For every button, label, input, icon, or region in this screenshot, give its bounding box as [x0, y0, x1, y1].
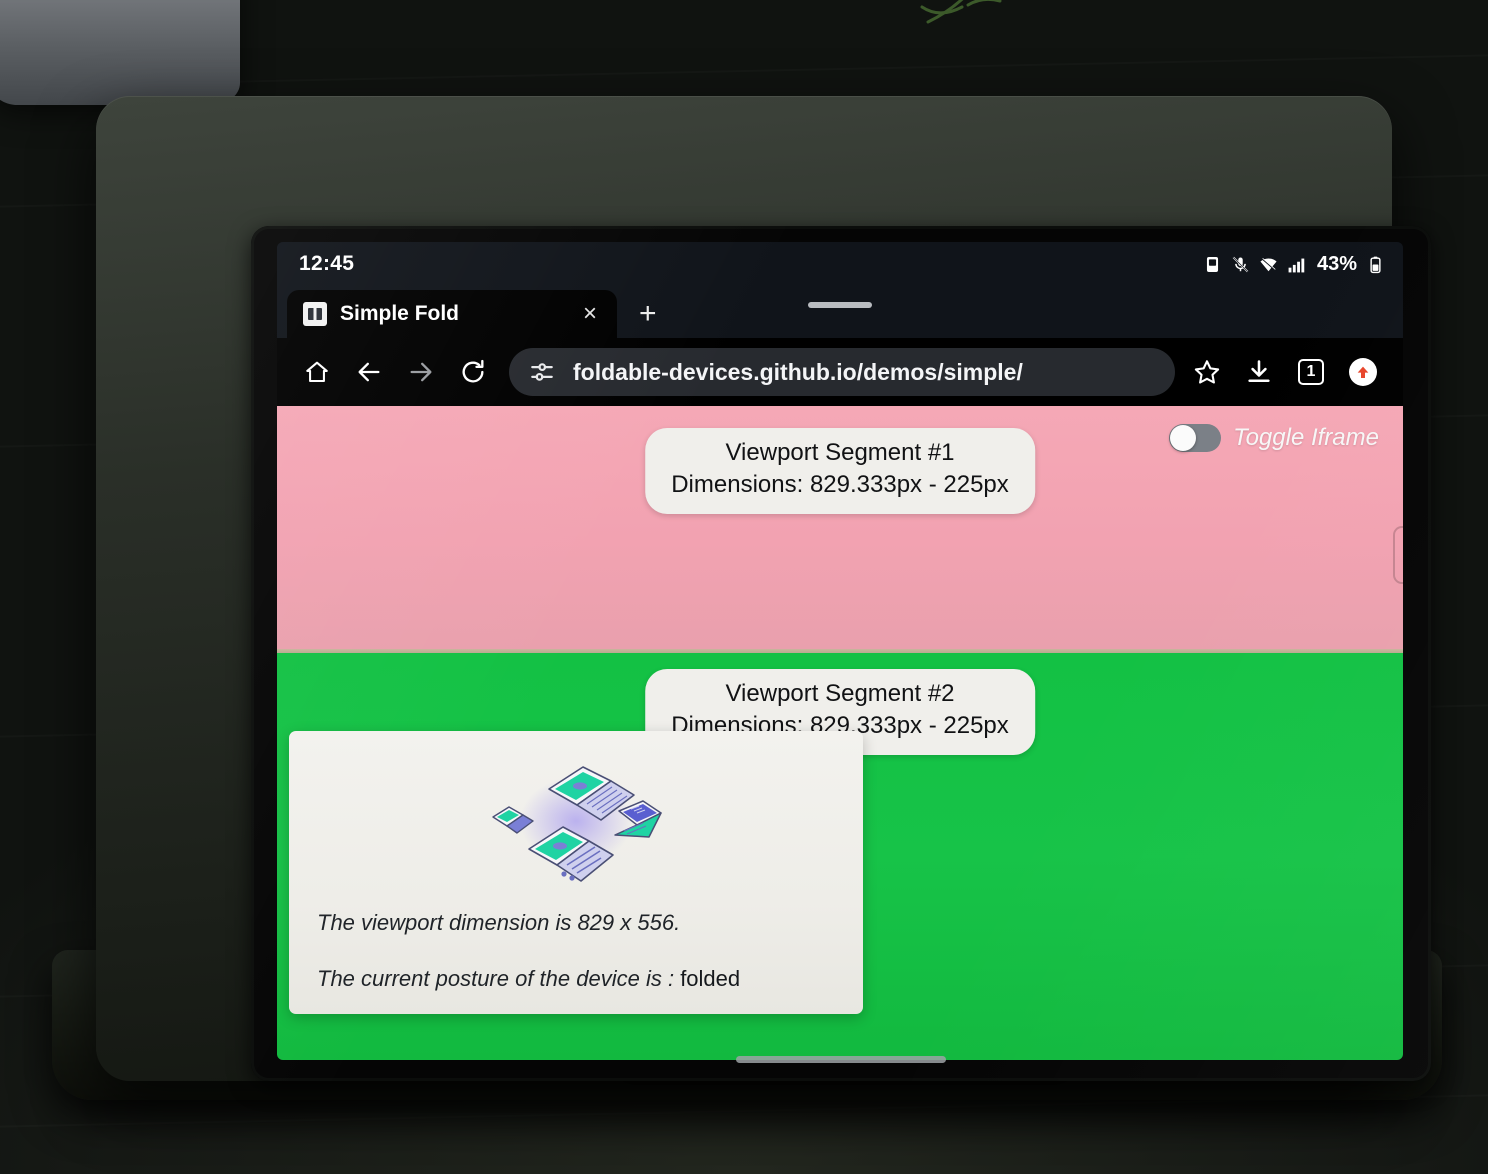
- new-tab-button[interactable]: +: [639, 299, 657, 329]
- download-button[interactable]: [1233, 346, 1285, 398]
- web-page-content: Viewport Segment #1 Dimensions: 829.333p…: [277, 406, 1403, 1060]
- device-info-card: The viewport dimension is 829 x 556. The…: [289, 731, 863, 1014]
- device-case: 12:45 43% Simple Fold × + foldable-devic…: [96, 96, 1431, 1081]
- mic-off-icon: [1232, 256, 1249, 272]
- tab-switcher-button[interactable]: 1: [1285, 346, 1337, 398]
- toggle-iframe-switch[interactable]: [1169, 424, 1222, 452]
- viewport-dimension-text: The viewport dimension is 829 x 556.: [317, 910, 681, 935]
- browser-toolbar: foldable-devices.github.io/demos/simple/: [277, 338, 1403, 406]
- tab-title: Simple Fold: [340, 302, 460, 325]
- posture-text: The current posture of the device is : f…: [317, 965, 843, 993]
- site-settings-icon[interactable]: [529, 359, 555, 385]
- back-button[interactable]: [343, 346, 395, 398]
- status-bar: 12:45 43%: [277, 242, 1403, 286]
- simple-fold-favicon: [303, 302, 327, 326]
- update-profile-icon: [1349, 358, 1377, 386]
- segment-1-label: Viewport Segment #1 Dimensions: 829.333p…: [645, 428, 1035, 514]
- signal-bars-icon: [1288, 258, 1305, 272]
- photo-scene: 12:45 43% Simple Fold × + foldable-devic…: [0, 0, 1488, 1174]
- home-button[interactable]: [291, 346, 343, 398]
- navigation-gesture-pill[interactable]: [736, 1056, 946, 1063]
- wifi-icon: [1260, 257, 1277, 271]
- segment-1-title: Viewport Segment #1: [725, 439, 955, 466]
- viewport-segment-2: Viewport Segment #2 Dimensions: 829.333p…: [277, 653, 1403, 1060]
- posture-prefix: The current posture of the device is :: [317, 965, 681, 991]
- reload-icon: [462, 359, 484, 383]
- viewport-segment-1: Viewport Segment #1 Dimensions: 829.333p…: [277, 406, 1403, 649]
- toggle-iframe-control[interactable]: Toggle Iframe: [1169, 424, 1379, 452]
- foldable-laptops-illustration: [492, 766, 662, 882]
- segment-1-dimensions: Dimensions: 829.333px - 225px: [671, 471, 1009, 499]
- background-plant-leaf: [920, 0, 1002, 24]
- posture-value: folded: [680, 965, 741, 991]
- tab-count-badge: 1: [1298, 359, 1324, 385]
- card-text-block: The viewport dimension is 829 x 556. The…: [317, 909, 843, 992]
- star-icon: [1194, 360, 1220, 384]
- download-icon: [1248, 360, 1270, 383]
- omnibox[interactable]: foldable-devices.github.io/demos/simple/: [509, 348, 1175, 396]
- battery-icon: [1370, 256, 1381, 273]
- forward-arrow-icon: [410, 362, 432, 382]
- bookmark-button[interactable]: [1181, 346, 1233, 398]
- tab-strip: Simple Fold × +: [277, 286, 1403, 338]
- phone-screen: 12:45 43% Simple Fold × + foldable-devic…: [277, 242, 1403, 1060]
- battery-percent-label: 43%: [1316, 252, 1357, 275]
- browser-tab-simple-fold[interactable]: Simple Fold ×: [287, 290, 617, 338]
- profile-update-button[interactable]: [1337, 346, 1389, 398]
- status-icon-group: 43%: [1203, 253, 1385, 276]
- reload-button[interactable]: [447, 346, 499, 398]
- forward-button[interactable]: [395, 346, 447, 398]
- tab-strip-drag-handle[interactable]: [808, 302, 872, 308]
- toggle-iframe-label: Toggle Iframe: [1233, 424, 1379, 451]
- device-edge-highlight: [1393, 526, 1403, 584]
- segment-2-title: Viewport Segment #2: [725, 680, 955, 707]
- foldable-phone: 12:45 43% Simple Fold × + foldable-devic…: [251, 226, 1431, 1081]
- background-mug: [0, 0, 240, 105]
- up-arrow-icon: [1357, 366, 1369, 378]
- screenshot-icon: [1206, 256, 1219, 272]
- close-icon[interactable]: ×: [577, 302, 603, 326]
- url-text: foldable-devices.github.io/demos/simple/: [573, 358, 1023, 385]
- status-clock: 12:45: [299, 252, 355, 275]
- home-icon: [306, 361, 328, 383]
- back-arrow-icon: [358, 362, 380, 382]
